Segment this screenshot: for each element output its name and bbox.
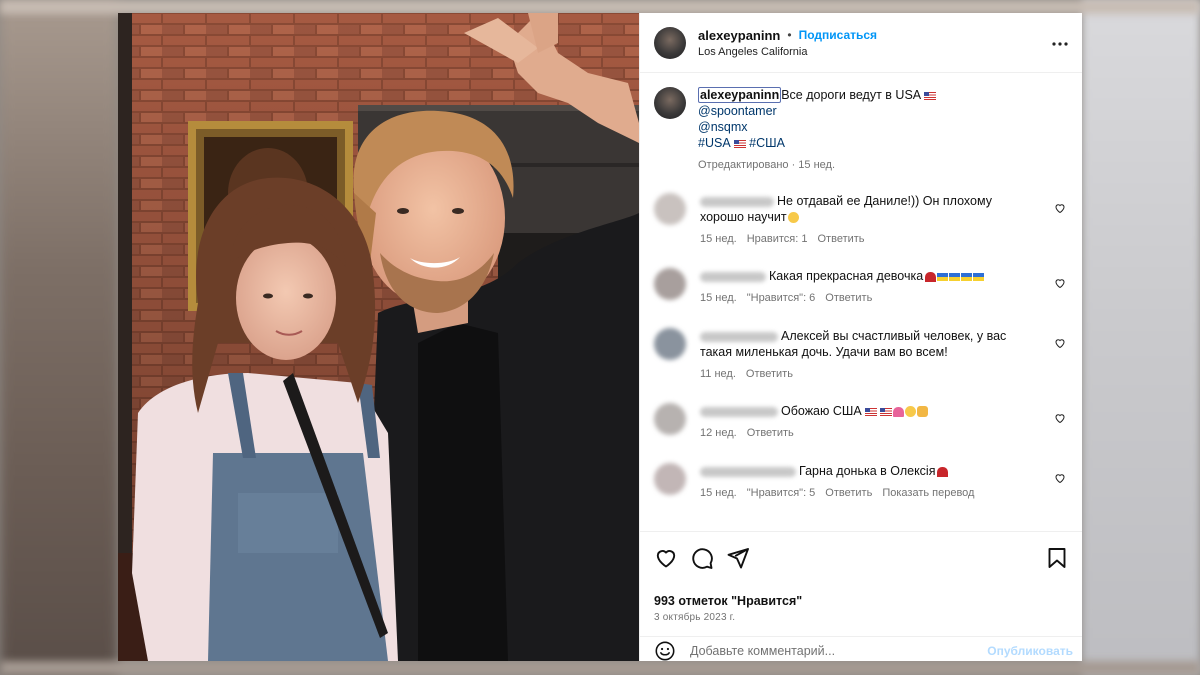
commenter-avatar[interactable] xyxy=(654,193,686,225)
comment-meta: 15 нед. "Нравится": 6 Ответить xyxy=(700,292,882,304)
commenter-username-blurred[interactable] xyxy=(700,331,778,342)
comment-text: Какая прекрасная девочка xyxy=(769,269,924,283)
comment-text: Алексей вы счастливый человек, у вас xyxy=(781,329,1007,343)
comment-likes[interactable]: Нравится: 1 xyxy=(747,233,808,245)
commenter-username-blurred[interactable] xyxy=(700,271,766,282)
hashtag-ssha[interactable]: #США xyxy=(749,136,785,150)
photo-illustration xyxy=(118,13,639,661)
author-username[interactable]: alexeypaninn xyxy=(698,28,780,43)
instagram-post: alexeypaninn • Подписаться Los Angeles C… xyxy=(118,13,1082,661)
mention-nsqmx[interactable]: @nsqmx xyxy=(698,119,936,135)
comment-time: 15 нед. xyxy=(700,292,737,304)
backdrop-right xyxy=(1082,0,1200,675)
hashtag-usa[interactable]: #USA xyxy=(698,136,731,150)
comment-time: 12 нед. xyxy=(700,427,737,439)
us-flag-icon xyxy=(733,139,746,148)
post-caption: alexeypaninn Все дороги ведут в USA @spoo… xyxy=(640,87,1082,173)
comment-meta: 15 нед. "Нравится": 5 Ответить Показать пер… xyxy=(700,487,984,499)
commenter-avatar[interactable] xyxy=(654,403,686,435)
bookmark-icon[interactable] xyxy=(1045,546,1069,570)
send-icon[interactable] xyxy=(726,546,750,570)
us-flag-icon xyxy=(864,407,877,416)
comment-time: 11 нед. xyxy=(700,368,736,380)
reply-button[interactable]: Ответить xyxy=(747,427,794,439)
red-heart-emoji-icon xyxy=(925,271,937,282)
us-flag-icon xyxy=(879,407,892,416)
sunglasses-emoji-icon xyxy=(904,406,916,418)
post-side-panel: alexeypaninn • Подписаться Los Angeles C… xyxy=(639,13,1082,661)
ukraine-flag-icon xyxy=(937,272,949,281)
comment-likes[interactable]: "Нравится": 6 xyxy=(747,292,816,304)
comment-like-icon[interactable] xyxy=(1054,202,1066,214)
post-header: alexeypaninn • Подписаться Los Angeles C… xyxy=(640,13,1082,73)
comment-text: Не отдавай ее Даниле!)) Он плохому xyxy=(777,194,992,208)
follow-button[interactable]: Подписаться xyxy=(799,28,877,42)
comment-text: такая миленькая дочь. Удачи вам во всем! xyxy=(700,345,948,359)
publish-button[interactable]: Опубликовать xyxy=(987,644,1073,658)
red-heart-emoji-icon xyxy=(937,466,949,477)
laughing-emoji-icon xyxy=(787,212,799,224)
comment-likes[interactable]: "Нравится": 5 xyxy=(747,487,816,499)
post-actions: 993 отметок "Нравится" 3 октябрь 2023 г.… xyxy=(640,531,1082,661)
comment-like-icon[interactable] xyxy=(1054,472,1066,484)
comment-meta: 12 нед. Ответить xyxy=(700,427,804,439)
commenter-avatar[interactable] xyxy=(654,463,686,495)
comment-like-icon[interactable] xyxy=(1054,412,1066,424)
comment-meta: 11 нед. Ответить xyxy=(700,368,803,380)
commenter-username-blurred[interactable] xyxy=(700,466,796,477)
comment-like-icon[interactable] xyxy=(1054,277,1066,289)
backdrop-bottom xyxy=(0,661,1200,675)
commenter-username-blurred[interactable] xyxy=(700,196,774,207)
emoji-icon[interactable] xyxy=(654,640,676,661)
separator-dot: • xyxy=(787,28,792,42)
add-comment-bar: Добавьте комментарий... Опубликовать xyxy=(640,636,1082,661)
comment-text: Гарна донька в Олексія xyxy=(799,464,936,478)
thumbs-up-emoji-icon xyxy=(916,406,928,418)
reply-button[interactable]: Ответить xyxy=(825,292,872,304)
comment-like-icon[interactable] xyxy=(1054,337,1066,349)
ukraine-flag-icon xyxy=(949,272,961,281)
ukraine-flag-icon xyxy=(961,272,973,281)
comment-icon[interactable] xyxy=(690,546,714,570)
comment-time: 15 нед. xyxy=(700,487,737,499)
comment-meta: 15 нед. Нравится: 1 Ответить xyxy=(700,233,875,245)
comments-list[interactable]: alexeypaninn Все дороги ведут в USA @spoo… xyxy=(640,73,1082,531)
reply-button[interactable]: Ответить xyxy=(818,233,865,245)
comment-text: Обожаю США xyxy=(781,404,862,418)
commenter-avatar[interactable] xyxy=(654,268,686,300)
backdrop-top xyxy=(0,0,1200,14)
pink-heart-emoji-icon xyxy=(892,406,904,417)
mention-spoontamer[interactable]: @spoontamer xyxy=(698,103,936,119)
commenter-avatar[interactable] xyxy=(654,328,686,360)
more-options-icon[interactable] xyxy=(1052,33,1068,51)
author-avatar[interactable] xyxy=(654,26,686,59)
reply-button[interactable]: Ответить xyxy=(825,487,872,499)
comment-time: 15 нед. xyxy=(700,233,737,245)
comment-text: хорошо научит xyxy=(700,210,787,224)
caption-edited-time: Отредактировано · 15 нед. xyxy=(698,159,836,171)
ukraine-flag-icon xyxy=(973,272,985,281)
show-translation-button[interactable]: Показать перевод xyxy=(882,487,974,499)
likes-count[interactable]: 993 отметок "Нравится" xyxy=(654,594,802,608)
us-flag-icon xyxy=(924,91,937,100)
post-photo[interactable] xyxy=(118,13,639,661)
post-date: 3 октябрь 2023 г. xyxy=(654,612,736,623)
reply-button[interactable]: Ответить xyxy=(746,368,793,380)
caption-avatar[interactable] xyxy=(654,87,686,119)
backdrop-left xyxy=(0,0,118,675)
caption-text: Все дороги ведут в USA xyxy=(781,88,922,102)
heart-icon[interactable] xyxy=(654,546,678,570)
comment-input[interactable]: Добавьте комментарий... xyxy=(690,644,835,658)
post-location[interactable]: Los Angeles California xyxy=(698,46,877,58)
commenter-username-blurred[interactable] xyxy=(700,406,778,417)
caption-username[interactable]: alexeypaninn xyxy=(698,87,782,103)
